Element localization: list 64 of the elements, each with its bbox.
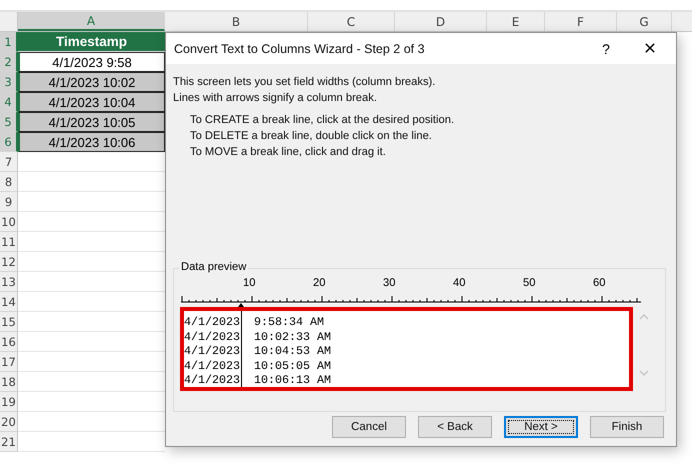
column-header[interactable]: C (308, 12, 395, 31)
dialog-button[interactable]: Finish (590, 416, 664, 438)
column-header[interactable]: B (165, 12, 308, 31)
description-text: Lines with arrows signify a column break. (173, 91, 378, 106)
instruction-text: To DELETE a break line, double click on the line. (190, 129, 433, 144)
preview-text: 10:02:33 AM (254, 330, 331, 344)
ruler-label: 40 (453, 277, 466, 289)
row-header[interactable]: 19 (0, 392, 18, 412)
row-header[interactable]: 7 (0, 152, 18, 172)
table-cell[interactable]: 4/1/2023 10:06 (18, 132, 165, 152)
column-header[interactable]: F (545, 12, 617, 31)
description-text: This screen lets you set field widths (column breaks). (173, 75, 436, 90)
preview-text: 4/1/2023 (184, 330, 241, 344)
row-header[interactable]: 8 (0, 172, 18, 192)
row-header[interactable]: 14 (0, 292, 18, 312)
row-header[interactable]: 9 (0, 192, 18, 212)
ruler-label: 60 (593, 277, 606, 289)
row-header[interactable]: 4 (0, 92, 18, 112)
preview-text: 4/1/2023 (184, 373, 241, 388)
ruler-label: 10 (243, 277, 256, 289)
column-header[interactable]: D (395, 12, 487, 31)
instruction-text: To MOVE a break line, click and drag it. (190, 145, 387, 160)
row-header[interactable]: 13 (0, 272, 18, 292)
row-header[interactable]: 20 (0, 412, 18, 432)
dialog-button[interactable]: Next > (504, 416, 578, 438)
dialog-button[interactable]: Cancel (332, 416, 406, 438)
row-header[interactable]: 10 (0, 212, 18, 232)
table-cell[interactable]: 4/1/2023 10:02 (18, 72, 165, 92)
column-header[interactable]: G (617, 12, 672, 31)
data-preview-box[interactable]: 4/1/2023 9:58:34 AM 4/1/2023 10:02:33 AM 4/1/2023 10:04:53 AM 4/1/2023 10:05:05 AM 4/1/2023 10:06:13 AM (180, 307, 633, 391)
row-header[interactable]: 2 (0, 52, 18, 72)
window-title: Convert Text to Columns Wizard - Step 2 of 3 (174, 42, 426, 56)
preview-text: 4/1/2023 (184, 315, 241, 330)
table-header-cell: Timestamp (18, 32, 165, 52)
table-cell[interactable]: 4/1/2023 9:58 (18, 52, 165, 72)
row-header[interactable]: 12 (0, 252, 18, 272)
table-cell[interactable]: 4/1/2023 10:04 (18, 92, 165, 112)
preview-text: 10:05:05 AM (254, 358, 331, 373)
preview-text: 10:04:53 AM (254, 344, 331, 358)
row-header[interactable]: 3 (0, 72, 18, 92)
help-button[interactable]: ? (584, 33, 628, 64)
ruler-label: 50 (523, 277, 536, 289)
row-header[interactable]: 16 (0, 332, 18, 352)
dialog-button[interactable]: < Back (418, 416, 492, 438)
row-header[interactable]: 11 (0, 232, 18, 252)
row-header[interactable]: 17 (0, 352, 18, 372)
ruler-label: 30 (383, 277, 396, 289)
row-header[interactable]: 18 (0, 372, 18, 392)
row-header[interactable]: 5 (0, 112, 18, 132)
column-header[interactable]: A (18, 12, 165, 31)
row-header[interactable]: 15 (0, 312, 18, 332)
column-header[interactable]: E (487, 12, 545, 31)
row-header[interactable]: 1 (0, 32, 18, 52)
table-cell[interactable]: 4/1/2023 10:05 (18, 112, 165, 132)
preview-text: 10:06:13 AM (254, 373, 331, 388)
ruler-label: 20 (313, 277, 326, 289)
instruction-text: To CREATE a break line, click at the desired position. (190, 113, 456, 128)
row-header[interactable]: 6 (0, 132, 18, 152)
row-header[interactable]: 21 (0, 432, 18, 452)
close-button[interactable]: × (628, 33, 672, 64)
group-label: Data preview (179, 261, 248, 273)
preview-text: 4/1/2023 (184, 358, 241, 373)
preview-text: 9:58:34 AM (254, 315, 324, 330)
preview-text: 4/1/2023 (184, 344, 241, 358)
